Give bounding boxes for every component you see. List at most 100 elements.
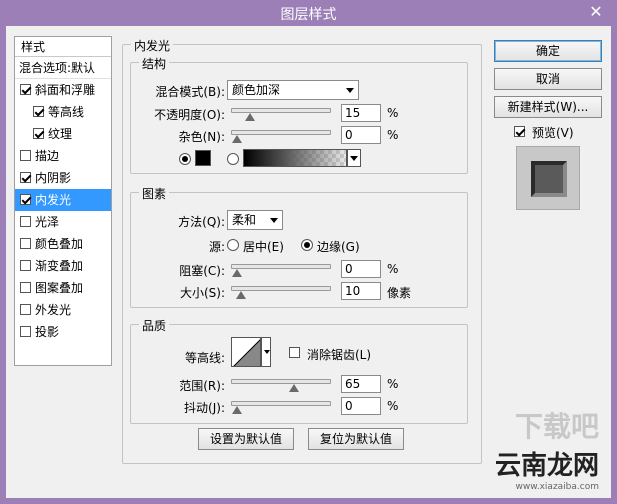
noise-label: 杂色(N):: [178, 130, 225, 144]
styles-header[interactable]: 样式: [15, 37, 111, 57]
opacity-input[interactable]: 15: [341, 104, 381, 122]
opacity-slider-thumb[interactable]: [245, 113, 256, 121]
contour-picker[interactable]: [231, 337, 261, 367]
style-item-checkbox[interactable]: [20, 216, 31, 227]
close-icon[interactable]: ✕: [585, 3, 607, 21]
source-label: 源:: [208, 240, 225, 254]
style-item[interactable]: 描边: [15, 145, 111, 167]
style-item-label: 渐变叠加: [35, 259, 84, 273]
window-title: 图层样式: [280, 7, 337, 23]
preview-checkbox[interactable]: [514, 126, 525, 137]
cancel-button[interactable]: 取消: [494, 68, 602, 90]
style-item-checkbox[interactable]: [33, 106, 44, 117]
style-item[interactable]: 内阴影: [15, 167, 111, 189]
style-item-checkbox[interactable]: [20, 238, 31, 249]
chevron-down-icon: [346, 88, 354, 93]
style-item-checkbox[interactable]: [20, 194, 31, 205]
method-select[interactable]: 柔和: [227, 210, 283, 230]
style-item[interactable]: 颜色叠加: [15, 233, 111, 255]
solid-color-radio[interactable]: [179, 153, 191, 165]
opacity-unit: %: [387, 106, 399, 120]
layer-style-dialog: 图层样式 ✕ 样式 混合选项:默认 斜面和浮雕 等高线 纹理 描边 内阴影 内发光 光泽 颜色…: [0, 0, 617, 504]
style-item-label: 斜面和浮雕: [35, 83, 96, 97]
style-item-checkbox[interactable]: [20, 150, 31, 161]
contour-dropdown-button[interactable]: [261, 337, 271, 367]
style-item-label: 等高线: [48, 105, 85, 119]
method-value: 柔和: [232, 213, 257, 227]
choke-input[interactable]: 0: [341, 260, 381, 278]
style-item[interactable]: 内发光: [15, 189, 111, 211]
style-item[interactable]: 斜面和浮雕: [15, 79, 111, 101]
style-item[interactable]: 等高线: [15, 101, 111, 123]
style-item-checkbox[interactable]: [20, 282, 31, 293]
gradient-radio[interactable]: [227, 153, 239, 165]
styles-list: 样式 混合选项:默认 斜面和浮雕等高线纹理描边内阴影内发光光泽颜色叠加渐变叠加图…: [14, 36, 112, 366]
source-center-radio[interactable]: [227, 239, 239, 251]
style-item[interactable]: 图案叠加: [15, 277, 111, 299]
style-item[interactable]: 光泽: [15, 211, 111, 233]
style-item-label: 光泽: [35, 215, 60, 229]
blend-mode-select[interactable]: 颜色加深: [227, 80, 359, 100]
style-item-checkbox[interactable]: [20, 326, 31, 337]
title-bar[interactable]: 图层样式 ✕: [0, 0, 617, 26]
size-input[interactable]: 10: [341, 282, 381, 300]
style-preview-thumbnail: [516, 146, 580, 210]
choke-slider-thumb[interactable]: [232, 269, 242, 277]
style-item-checkbox[interactable]: [20, 260, 31, 271]
inner-glow-title: 内发光: [131, 37, 174, 54]
style-item-label: 颜色叠加: [35, 237, 84, 251]
source-center-label[interactable]: 居中(E): [243, 238, 284, 255]
style-item-label: 纹理: [48, 127, 73, 141]
choke-slider-track[interactable]: [231, 264, 331, 269]
structure-group: 结构 混合模式(B): 颜色加深 不透明度(O): 15 % 杂色(N): 0 …: [130, 55, 468, 174]
jitter-slider-track[interactable]: [231, 401, 331, 406]
dialog-body: 样式 混合选项:默认 斜面和浮雕 等高线 纹理 描边 内阴影 内发光 光泽 颜色叠加 渐变叠加图…: [6, 26, 611, 498]
style-item-checkbox[interactable]: [20, 84, 31, 95]
range-input[interactable]: 65: [341, 375, 381, 393]
jitter-input[interactable]: 0: [341, 397, 381, 415]
style-item-checkbox[interactable]: [20, 304, 31, 315]
antialias-label[interactable]: 消除锯齿(L): [307, 346, 371, 363]
source-edge-radio[interactable]: [301, 239, 313, 251]
style-item[interactable]: 外发光: [15, 299, 111, 321]
ok-button[interactable]: 确定: [494, 40, 602, 62]
chevron-down-icon: [350, 156, 358, 161]
range-slider-track[interactable]: [231, 379, 331, 384]
style-item[interactable]: 渐变叠加: [15, 255, 111, 277]
style-item[interactable]: 纹理: [15, 123, 111, 145]
glow-color-swatch[interactable]: [195, 150, 211, 166]
style-item-checkbox[interactable]: [33, 128, 44, 139]
elements-group: 图素 方法(Q): 柔和 源: 居中(E) 边缘(G) 阻塞(C): 0 % 大…: [130, 185, 468, 308]
preview-label[interactable]: 预览(V): [532, 124, 574, 141]
contour-label: 等高线:: [184, 351, 225, 365]
size-label: 大小(S):: [179, 286, 225, 300]
source-edge-label[interactable]: 边缘(G): [317, 238, 360, 255]
choke-label: 阻塞(C):: [179, 264, 225, 278]
style-item-label: 内阴影: [35, 171, 72, 185]
make-default-button[interactable]: 设置为默认值: [198, 428, 294, 450]
watermark-brand: 云南龙网: [494, 451, 599, 481]
jitter-slider-thumb[interactable]: [232, 406, 242, 414]
range-slider-thumb[interactable]: [289, 384, 300, 392]
new-style-button[interactable]: 新建样式(W)...: [494, 96, 602, 118]
structure-title: 结构: [139, 55, 170, 72]
noise-slider-thumb[interactable]: [232, 135, 242, 143]
gradient-picker[interactable]: [243, 149, 347, 167]
style-item-checkbox[interactable]: [20, 172, 31, 183]
gradient-dropdown-button[interactable]: [347, 149, 361, 167]
reset-default-button[interactable]: 复位为默认值: [308, 428, 404, 450]
watermark-url: www.xiazaiba.com: [515, 482, 599, 492]
size-slider-thumb[interactable]: [235, 291, 246, 299]
size-slider-track[interactable]: [231, 286, 331, 291]
watermark: 下载吧 云南龙网 www.xiazaiba.com: [495, 405, 599, 492]
style-item[interactable]: 投影: [15, 321, 111, 343]
chevron-down-icon: [270, 218, 278, 223]
antialias-checkbox[interactable]: [289, 347, 300, 358]
preview-square: [531, 161, 567, 197]
noise-slider-track[interactable]: [231, 130, 331, 135]
noise-input[interactable]: 0: [341, 126, 381, 144]
size-unit: 像素: [387, 286, 412, 300]
method-label: 方法(Q):: [178, 215, 225, 229]
style-item-label: 描边: [35, 149, 60, 163]
blend-options-item[interactable]: 混合选项:默认: [15, 57, 111, 79]
